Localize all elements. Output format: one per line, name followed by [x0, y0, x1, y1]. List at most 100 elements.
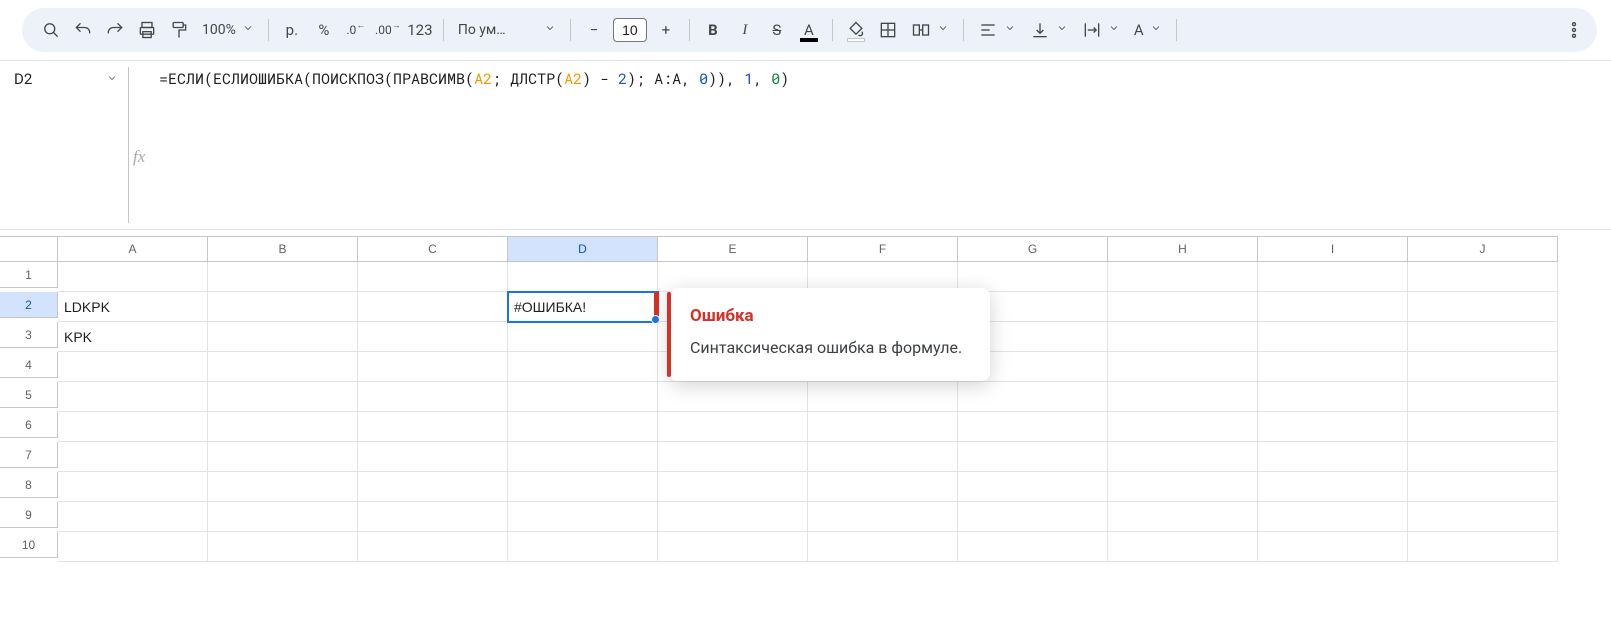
fill-color-button[interactable]	[841, 15, 871, 45]
cell[interactable]	[958, 532, 1108, 562]
cell[interactable]	[1258, 322, 1408, 352]
cell[interactable]	[508, 472, 658, 502]
cell[interactable]	[1408, 322, 1558, 352]
cell[interactable]	[958, 502, 1108, 532]
cell[interactable]	[58, 352, 208, 382]
name-box[interactable]: D2	[0, 61, 128, 97]
paint-format-icon[interactable]	[164, 15, 194, 45]
cell[interactable]	[208, 412, 358, 442]
bold-button[interactable]: B	[698, 15, 728, 45]
cell[interactable]	[658, 532, 808, 562]
cell[interactable]	[1258, 382, 1408, 412]
cell[interactable]	[358, 472, 508, 502]
cell[interactable]	[1108, 292, 1258, 322]
italic-button[interactable]: I	[730, 15, 760, 45]
redo-icon[interactable]	[100, 15, 130, 45]
column-header[interactable]: B	[208, 236, 358, 262]
cell[interactable]	[1408, 532, 1558, 562]
text-wrap-button[interactable]	[1076, 15, 1126, 45]
row-header[interactable]: 6	[0, 412, 58, 438]
cell[interactable]	[1108, 412, 1258, 442]
cell[interactable]	[508, 412, 658, 442]
cell[interactable]	[1258, 502, 1408, 532]
cell[interactable]	[208, 322, 358, 352]
cell[interactable]	[508, 532, 658, 562]
cell[interactable]	[958, 472, 1108, 502]
cell[interactable]	[1408, 382, 1558, 412]
cell[interactable]	[958, 412, 1108, 442]
row-header[interactable]: 10	[0, 532, 58, 558]
cell[interactable]	[358, 502, 508, 532]
column-header[interactable]: D	[508, 236, 658, 262]
cell[interactable]: KPK	[58, 322, 208, 352]
cell[interactable]	[1108, 472, 1258, 502]
cell[interactable]	[1108, 262, 1258, 292]
cell[interactable]	[358, 412, 508, 442]
cell[interactable]	[508, 322, 658, 352]
search-icon[interactable]	[36, 15, 66, 45]
cell[interactable]	[1108, 532, 1258, 562]
text-rotation-button[interactable]: A	[1128, 15, 1168, 45]
cell[interactable]	[808, 382, 958, 412]
cell[interactable]	[1408, 262, 1558, 292]
cell[interactable]	[1258, 262, 1408, 292]
cell[interactable]	[1258, 292, 1408, 322]
font-size-decrease[interactable]: −	[579, 15, 609, 45]
cell[interactable]	[658, 502, 808, 532]
merge-cells-button[interactable]	[905, 15, 955, 45]
column-header[interactable]: H	[1108, 236, 1258, 262]
cell[interactable]	[1408, 442, 1558, 472]
cell[interactable]	[808, 442, 958, 472]
cell[interactable]	[1258, 442, 1408, 472]
cell[interactable]	[358, 532, 508, 562]
cell[interactable]	[358, 352, 508, 382]
column-header[interactable]: I	[1258, 236, 1408, 262]
cell[interactable]: #ОШИБКА!	[508, 292, 658, 322]
cell[interactable]: LDKPK	[58, 292, 208, 322]
column-header[interactable]: C	[358, 236, 508, 262]
cell[interactable]	[208, 502, 358, 532]
cell[interactable]	[208, 292, 358, 322]
number-format-button[interactable]: 123	[405, 15, 435, 45]
cell[interactable]	[58, 532, 208, 562]
cell[interactable]	[508, 502, 658, 532]
cell[interactable]	[1108, 382, 1258, 412]
percent-button[interactable]: %	[309, 15, 339, 45]
row-header[interactable]: 3	[0, 322, 58, 348]
cell[interactable]	[808, 412, 958, 442]
borders-button[interactable]	[873, 15, 903, 45]
cell[interactable]	[1408, 352, 1558, 382]
column-header[interactable]: A	[58, 236, 208, 262]
decrease-decimal-button[interactable]: .0←	[341, 15, 371, 45]
row-header[interactable]: 5	[0, 382, 58, 408]
cell[interactable]	[208, 472, 358, 502]
print-icon[interactable]	[132, 15, 162, 45]
cell[interactable]	[208, 532, 358, 562]
row-header[interactable]: 9	[0, 502, 58, 528]
cell[interactable]	[808, 502, 958, 532]
column-header[interactable]: G	[958, 236, 1108, 262]
cell[interactable]	[808, 532, 958, 562]
text-color-button[interactable]: A	[794, 15, 824, 45]
font-size-increase[interactable]: +	[651, 15, 681, 45]
cell[interactable]	[1108, 442, 1258, 472]
vertical-align-button[interactable]	[1024, 15, 1074, 45]
column-header[interactable]: E	[658, 236, 808, 262]
cell[interactable]	[1258, 352, 1408, 382]
column-header[interactable]: F	[808, 236, 958, 262]
cell[interactable]	[508, 442, 658, 472]
cell[interactable]	[958, 442, 1108, 472]
cell[interactable]	[358, 292, 508, 322]
cell[interactable]	[58, 472, 208, 502]
cell[interactable]	[358, 382, 508, 412]
cell[interactable]	[208, 262, 358, 292]
row-header[interactable]: 4	[0, 352, 58, 378]
more-icon[interactable]	[1559, 15, 1589, 45]
column-header[interactable]: J	[1408, 236, 1558, 262]
zoom-dropdown[interactable]: 100%	[196, 15, 260, 45]
cell[interactable]	[1258, 412, 1408, 442]
undo-icon[interactable]	[68, 15, 98, 45]
formula-input[interactable]: =ЕСЛИ(ЕСЛИОШИБКА(ПОИСКПОЗ(ПРАВСИМВ(A2; Д…	[129, 61, 1611, 89]
row-header[interactable]: 8	[0, 472, 58, 498]
cell[interactable]	[1108, 322, 1258, 352]
